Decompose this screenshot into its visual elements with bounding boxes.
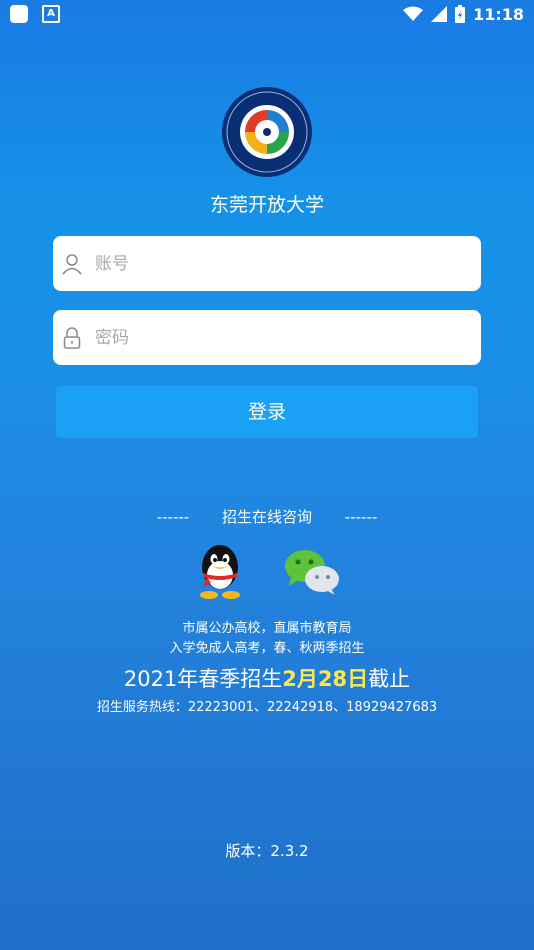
school-name: 东莞开放大学 [209, 194, 324, 216]
consult-right-dash: ------ [344, 508, 378, 526]
wechat-icon[interactable] [283, 548, 341, 596]
version-label: 版本：2.3.2 [225, 842, 309, 860]
username-field[interactable] [53, 236, 481, 291]
status-time: 11:18 [473, 4, 524, 24]
keyboard-a-icon: A [42, 5, 60, 23]
consult-left-dash: ------ [156, 508, 190, 526]
notification-icon [10, 5, 28, 23]
lock-icon [63, 326, 81, 349]
deadline-prefix: 2021年春季招生 [123, 667, 283, 691]
university-logo [222, 87, 312, 177]
hotline-text: 招生服务热线：22223001、22242918、18929427683 [96, 700, 438, 715]
username-input[interactable] [93, 252, 457, 275]
qq-icon[interactable] [195, 543, 245, 599]
info-line-1: 市属公办高校，直属市教育局 [182, 621, 352, 636]
battery-icon [455, 5, 466, 23]
login-button[interactable]: 登录 [56, 386, 478, 438]
wifi-icon [403, 6, 424, 21]
enrollment-deadline: 2021年春季招生2月28日截止 [0, 663, 534, 693]
password-input[interactable] [93, 326, 457, 349]
user-icon [62, 253, 82, 274]
deadline-date: 2月28日 [282, 667, 369, 691]
status-bar: A 11:18 [0, 0, 534, 28]
consult-title: 招生在线咨询 [221, 508, 312, 526]
deadline-suffix: 截止 [368, 667, 411, 691]
signal-icon [431, 6, 448, 22]
consult-header: ------ 招生在线咨询 ------ [0, 506, 534, 527]
password-field[interactable] [53, 310, 481, 365]
status-left: A [10, 5, 60, 23]
status-right: 11:18 [403, 5, 524, 24]
info-line-2: 入学免成人高考，春、秋两季招生 [169, 641, 365, 656]
